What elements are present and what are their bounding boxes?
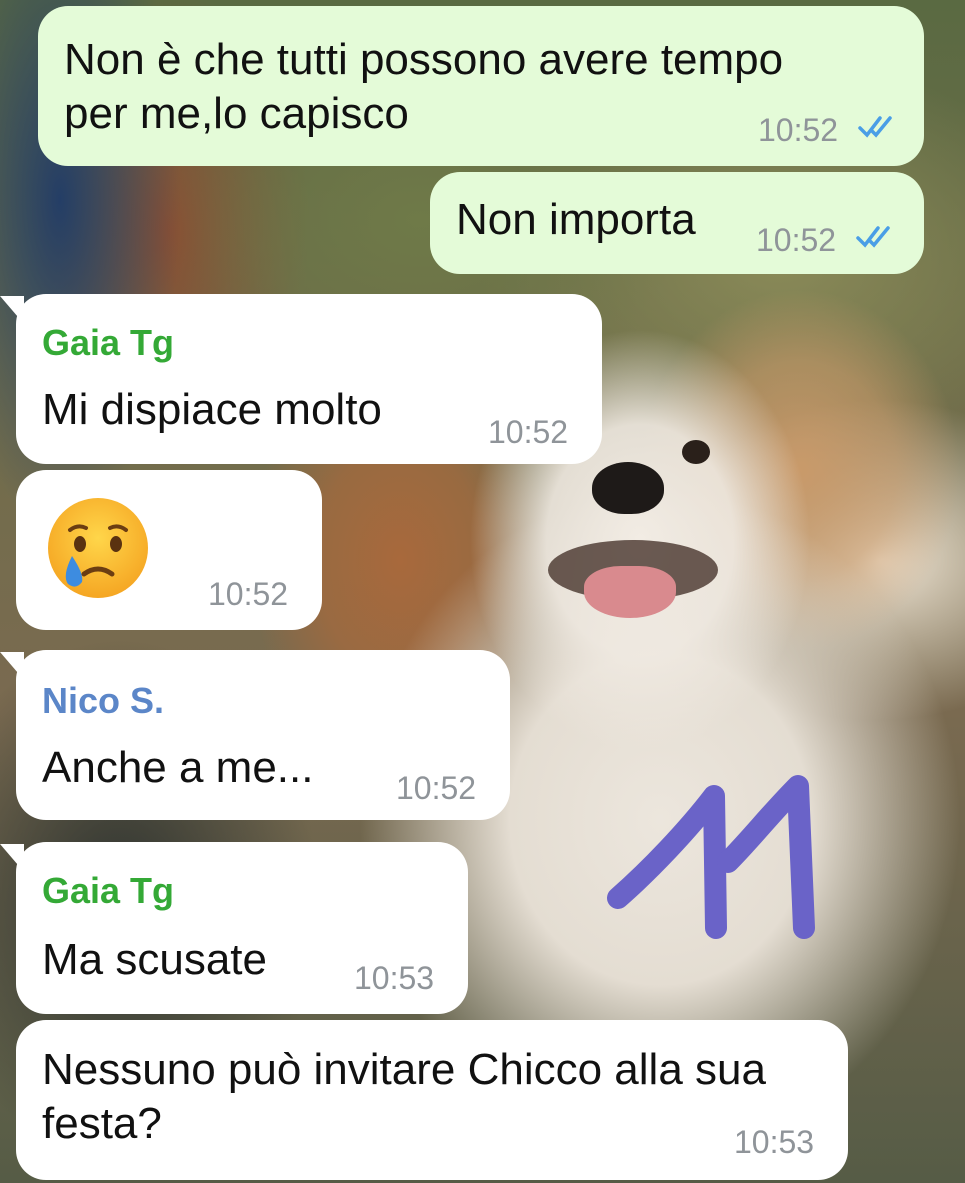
message-text-line: Non importa	[456, 195, 696, 244]
message-timestamp: 10:52	[758, 112, 839, 148]
crying-face-emoji	[48, 498, 148, 598]
message-timestamp: 10:52	[208, 576, 289, 612]
message-text-line: per me,lo capisco	[64, 89, 409, 138]
dog-tongue	[584, 566, 676, 618]
message-text-line: Non è che tutti possono avere tempo	[64, 35, 784, 84]
message-text-line: Nessuno può invitare Chicco alla sua	[42, 1045, 766, 1094]
message-bubble-incoming[interactable]: Gaia Tg Mi dispiace molto 10:52	[16, 294, 602, 464]
message-timestamp: 10:53	[354, 960, 435, 996]
message-bubble-outgoing[interactable]: Non è che tutti possono avere tempo per …	[38, 6, 924, 166]
message-timestamp: 10:52	[488, 414, 569, 450]
sender-name: Gaia Tg	[42, 870, 175, 911]
message-bubble-outgoing[interactable]: Non importa 10:52	[430, 172, 924, 274]
message-text-line: Anche a me...	[42, 743, 314, 792]
message-timestamp: 10:53	[734, 1124, 815, 1160]
message-bubble-incoming[interactable]: Nico S. Anche a me... 10:52	[16, 650, 510, 820]
message-bubble-incoming[interactable]: Gaia Tg Ma scusate 10:53	[16, 842, 468, 1014]
message-text-line: Mi dispiace molto	[42, 385, 382, 434]
handwritten-11-drawing	[607, 775, 815, 939]
message-text-line: festa?	[42, 1099, 162, 1148]
message-timestamp: 10:52	[396, 770, 477, 806]
message-timestamp: 10:52	[756, 222, 837, 258]
sender-name: Nico S.	[42, 680, 165, 721]
double-check-read-icon	[856, 226, 890, 248]
dog-eye-right	[682, 440, 710, 464]
message-bubble-incoming[interactable]: 10:52	[16, 470, 322, 630]
message-bubble-incoming[interactable]: Nessuno può invitare Chicco alla sua fes…	[16, 1020, 848, 1180]
sender-name: Gaia Tg	[42, 322, 175, 363]
double-check-read-icon	[858, 116, 892, 138]
message-text-line: Ma scusate	[42, 935, 267, 984]
dog-nose	[592, 462, 664, 514]
